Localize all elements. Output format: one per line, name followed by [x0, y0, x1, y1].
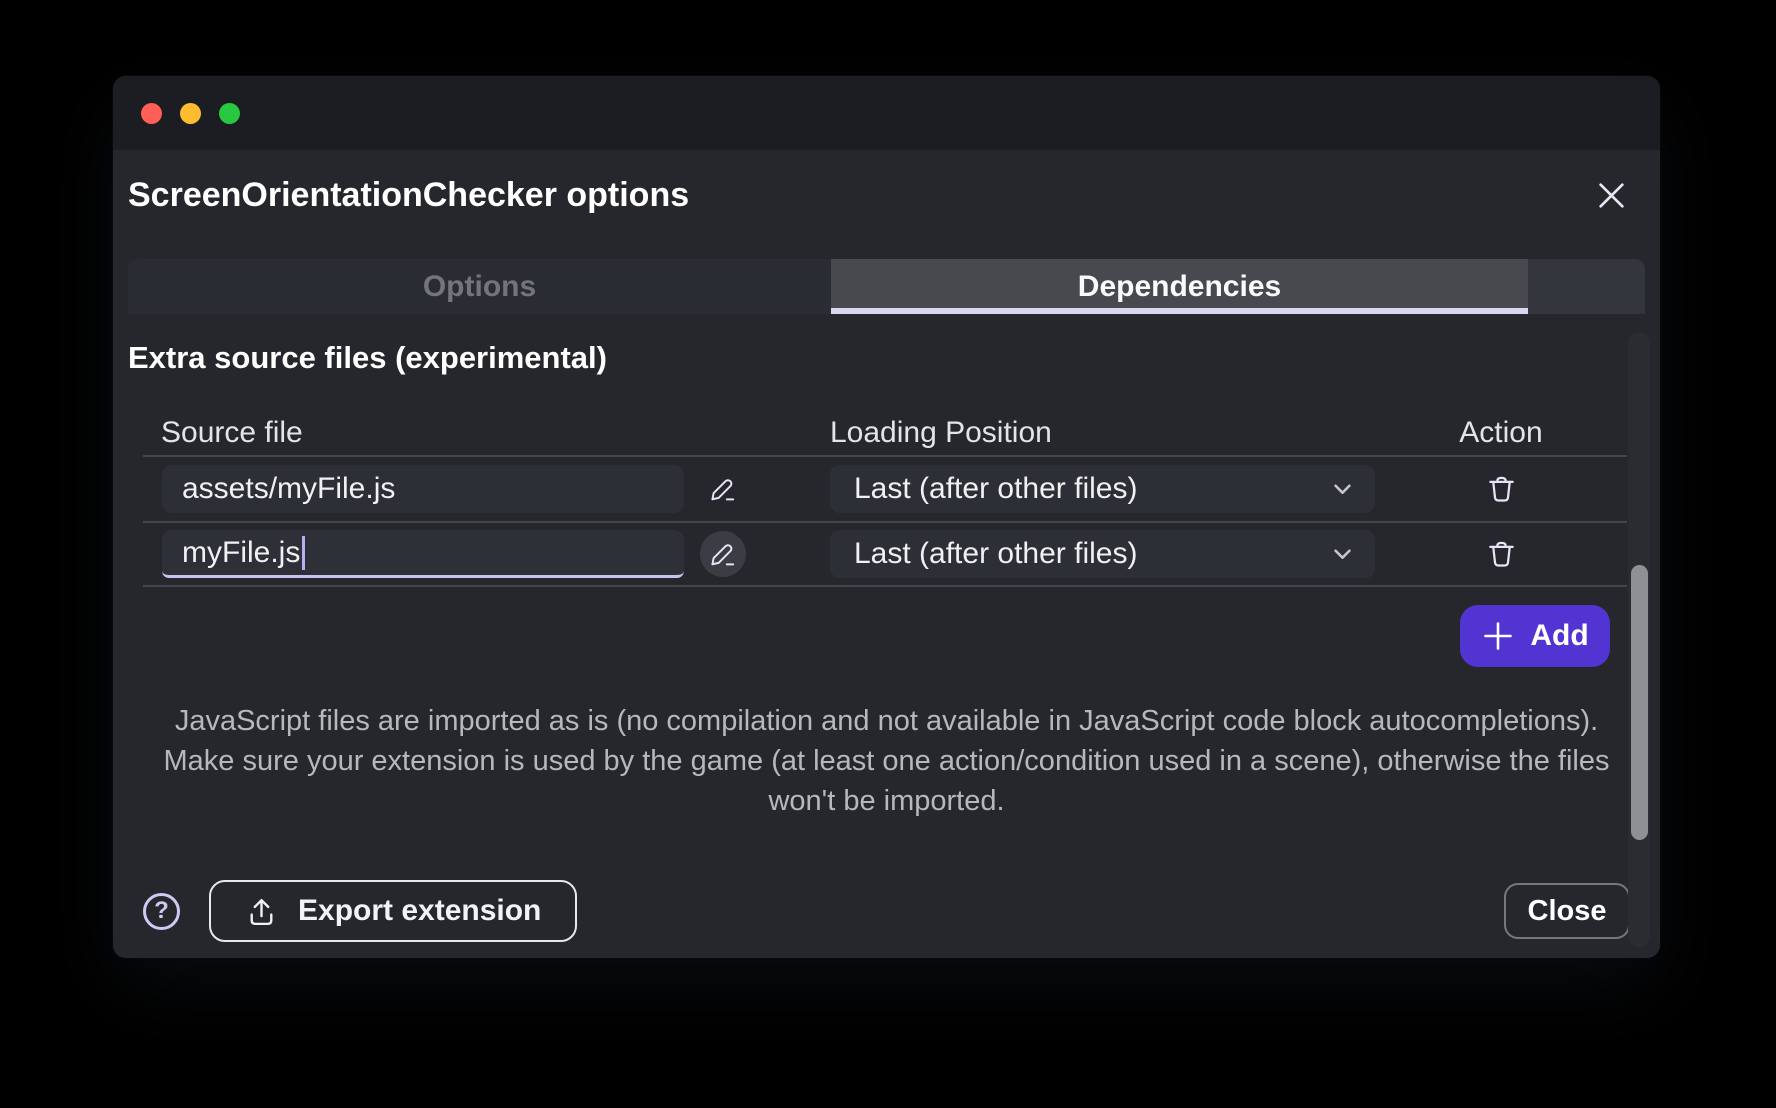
upload-icon [245, 895, 278, 928]
add-button-label: Add [1530, 619, 1588, 653]
help-icon[interactable]: ? [143, 893, 180, 930]
traffic-light-zoom[interactable] [219, 103, 240, 124]
source-file-value: myFile.js [182, 536, 300, 570]
tab-options[interactable]: Options [128, 259, 831, 314]
chevron-down-icon [1334, 549, 1351, 560]
note-text: JavaScript files are imported as is (no … [147, 701, 1627, 821]
edit-pen-icon[interactable] [700, 531, 746, 577]
window-titlebar [113, 76, 1660, 150]
source-file-value: assets/myFile.js [182, 472, 395, 506]
delete-trash-icon[interactable] [1485, 473, 1518, 506]
close-button-label: Close [1528, 895, 1607, 928]
dialog-header: ScreenOrientationChecker options [113, 150, 1660, 240]
traffic-light-close[interactable] [141, 103, 162, 124]
tab-bar-spacer [1528, 259, 1645, 314]
table-header-row: Source file Loading Position Action [143, 410, 1627, 455]
loading-position-select[interactable]: Last (after other files) [830, 465, 1375, 513]
delete-trash-icon[interactable] [1485, 538, 1518, 571]
source-file-input[interactable]: assets/myFile.js [162, 465, 684, 513]
loading-position-value: Last (after other files) [854, 472, 1137, 506]
tab-dependencies[interactable]: Dependencies [831, 259, 1528, 314]
edit-pen-icon[interactable] [708, 474, 738, 504]
column-header-action: Action [1375, 416, 1627, 450]
chevron-down-icon [1334, 484, 1351, 495]
close-icon[interactable] [1594, 178, 1628, 212]
export-extension-button[interactable]: Export extension [209, 880, 577, 942]
tab-dependencies-label: Dependencies [1078, 270, 1281, 304]
extra-source-files-table: Source file Loading Position Action asse… [143, 410, 1627, 587]
loading-position-select[interactable]: Last (after other files) [830, 530, 1375, 578]
source-file-input[interactable]: myFile.js [162, 530, 684, 578]
dialog-footer: ? Export extension Close [113, 880, 1660, 942]
add-row: Add [113, 605, 1610, 667]
column-header-loading-position: Loading Position [758, 416, 1375, 450]
loading-position-value: Last (after other files) [854, 537, 1137, 571]
table-row: assets/myFile.js Last (after other files… [143, 455, 1627, 521]
table-row: myFile.js Last (after other files) [143, 521, 1627, 587]
export-extension-label: Export extension [298, 894, 541, 928]
section-heading: Extra source files (experimental) [128, 340, 1645, 376]
dialog-title: ScreenOrientationChecker options [128, 176, 689, 215]
tab-options-label: Options [423, 270, 536, 304]
plus-icon [1481, 619, 1515, 653]
text-caret [302, 536, 305, 570]
add-button[interactable]: Add [1460, 605, 1610, 667]
options-dialog: ScreenOrientationChecker options Options… [113, 76, 1660, 958]
close-button[interactable]: Close [1504, 883, 1630, 939]
traffic-light-minimize[interactable] [180, 103, 201, 124]
help-icon-glyph: ? [154, 897, 169, 925]
column-header-source-file: Source file [143, 416, 688, 450]
scrollbar-thumb[interactable] [1631, 565, 1648, 840]
tab-bar: Options Dependencies [128, 259, 1645, 314]
